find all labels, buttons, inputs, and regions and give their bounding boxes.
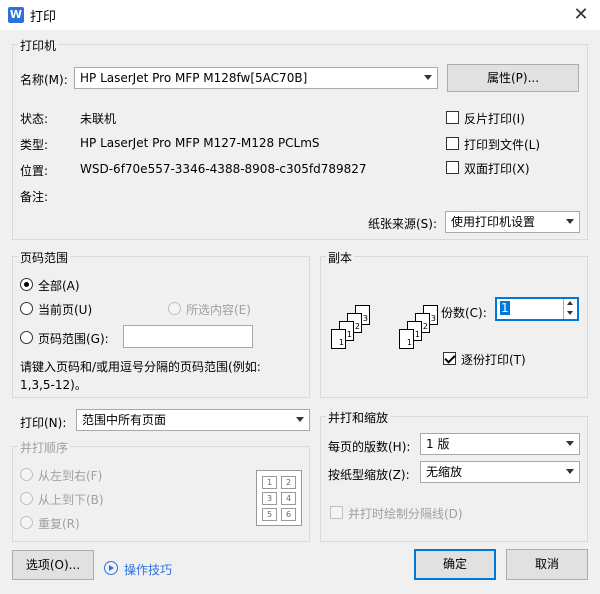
copies-group-title: 副本 <box>326 249 355 266</box>
paper-source-select[interactable]: 使用打印机设置 <box>445 211 580 233</box>
ok-button[interactable]: 确定 <box>414 549 496 580</box>
printer-name-value: HP LaserJet Pro MFP M128fw[5AC70B] <box>80 71 308 85</box>
printer-group-title: 打印机 <box>18 37 59 54</box>
print-order-group-title: 并打顺序 <box>18 439 71 456</box>
repeat-radio[interactable] <box>20 516 33 529</box>
copies-count-value: 1 <box>500 301 510 315</box>
print-to-file-label[interactable]: 打印到文件(L) <box>464 136 540 153</box>
copies-count-input[interactable]: 1 <box>495 297 579 321</box>
print-what-select[interactable]: 范围中所有页面 <box>76 409 310 431</box>
printer-name-select[interactable]: HP LaserJet Pro MFP M128fw[5AC70B] <box>74 67 438 89</box>
selection-label: 所选内容(E) <box>186 303 251 317</box>
page-range-radio[interactable] <box>20 331 33 344</box>
printer-name-label: 名称(M): <box>20 73 68 87</box>
play-circle-icon[interactable] <box>104 561 118 575</box>
repeat-label: 重复(R) <box>38 517 80 531</box>
left-to-right-radio[interactable] <box>20 468 33 481</box>
type-value: HP LaserJet Pro MFP M127-M128 PCLmS <box>80 136 320 150</box>
page-range-input[interactable] <box>123 325 253 348</box>
copies-count-label: 份数(C): <box>441 306 487 320</box>
draw-lines-label: 并打时绘制分隔线(D) <box>348 507 463 521</box>
print-what-value: 范围中所有页面 <box>82 413 167 427</box>
collate-label[interactable]: 逐份打印(T) <box>461 351 526 368</box>
print-what-label: 打印(N): <box>20 416 67 430</box>
spin-down-icon[interactable] <box>567 311 573 315</box>
location-value: WSD-6f70e557-3346-4388-8908-c305fd789827 <box>80 162 367 176</box>
page-range-hint-line2: 1,3,5-12)。 <box>20 378 87 392</box>
status-label: 状态: <box>20 112 49 126</box>
current-page-radio[interactable] <box>20 302 33 315</box>
options-button[interactable]: 选项(O)... <box>12 550 94 580</box>
all-pages-radio[interactable] <box>20 278 33 291</box>
scale-to-paper-value: 无缩放 <box>426 465 463 479</box>
pages-per-sheet-value: 1 版 <box>426 437 450 451</box>
top-to-bottom-radio[interactable] <box>20 492 33 505</box>
chevron-down-icon <box>566 441 574 446</box>
cancel-button[interactable]: 取消 <box>506 549 588 580</box>
left-to-right-label: 从左到右(F) <box>38 469 103 483</box>
scale-to-paper-select[interactable]: 无缩放 <box>420 461 580 483</box>
reverse-print-label[interactable]: 反片打印(I) <box>464 110 525 127</box>
uncollated-pages-icon: 3 2 1 1 <box>330 305 375 360</box>
print-to-file-checkbox[interactable] <box>446 137 459 150</box>
paper-source-value: 使用打印机设置 <box>451 215 536 229</box>
type-label: 类型: <box>20 138 49 152</box>
wps-writer-icon: W <box>8 7 24 23</box>
chevron-down-icon <box>424 75 432 80</box>
collate-checkbox[interactable] <box>443 352 456 365</box>
chevron-down-icon <box>566 219 574 224</box>
chevron-down-icon <box>296 417 304 422</box>
status-value: 未联机 <box>80 112 117 126</box>
all-pages-label[interactable]: 全部(A) <box>38 277 80 294</box>
close-icon[interactable]: ✕ <box>568 2 594 28</box>
dialog-title: 打印 <box>30 10 57 25</box>
selection-radio[interactable] <box>168 302 181 315</box>
location-label: 位置: <box>20 164 49 178</box>
pages-per-sheet-label: 每页的版数(H): <box>328 440 411 454</box>
zoom-group-title: 并打和缩放 <box>326 409 391 426</box>
title-bar <box>0 0 600 30</box>
duplex-checkbox[interactable] <box>446 161 459 174</box>
pages-per-sheet-select[interactable]: 1 版 <box>420 433 580 455</box>
duplex-label[interactable]: 双面打印(X) <box>464 160 530 177</box>
page-range-label[interactable]: 页码范围(G): <box>38 330 109 347</box>
draw-lines-checkbox[interactable] <box>330 506 343 519</box>
copies-spinner[interactable] <box>563 299 577 319</box>
top-to-bottom-label: 从上到下(B) <box>38 493 104 507</box>
print-order-preview-icon: 1 2 3 4 5 6 <box>256 470 302 526</box>
collated-pages-icon: 3 2 1 1 <box>398 305 443 360</box>
comment-label: 备注: <box>20 190 49 204</box>
scale-to-paper-label: 按纸型缩放(Z): <box>328 468 410 482</box>
tips-link[interactable]: 操作技巧 <box>124 561 172 578</box>
page-range-hint-line1: 请键入页码和/或用逗号分隔的页码范围(例如: <box>20 360 261 374</box>
paper-source-label: 纸张来源(S): <box>368 217 438 231</box>
page-range-group-title: 页码范围 <box>18 249 71 266</box>
properties-button[interactable]: 属性(P)... <box>447 64 579 92</box>
chevron-down-icon <box>566 469 574 474</box>
spin-up-icon[interactable] <box>567 301 573 305</box>
current-page-label[interactable]: 当前页(U) <box>38 301 92 318</box>
reverse-print-checkbox[interactable] <box>446 111 459 124</box>
